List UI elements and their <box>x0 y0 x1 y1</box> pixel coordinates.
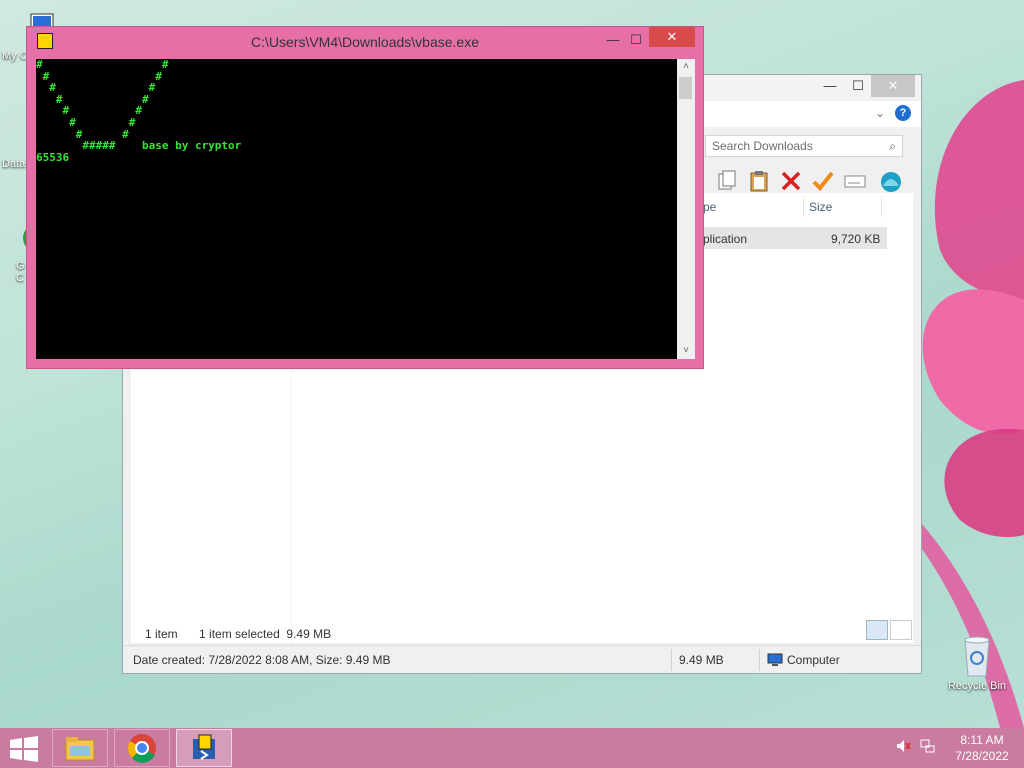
details-divider <box>671 649 672 671</box>
toolbar <box>713 167 905 195</box>
maximize-icon: ☐ <box>852 78 864 93</box>
shell-icon[interactable] <box>877 167 905 195</box>
search-icon: ⌕ <box>889 139 896 153</box>
details-divider <box>759 649 760 671</box>
details-bar: Date created: 7/28/2022 8:08 AM, Size: 9… <box>123 645 921 673</box>
maximize-button[interactable]: ☐ <box>843 75 873 97</box>
minimize-button[interactable]: — <box>815 75 845 97</box>
clock-date: 7/28/2022 <box>955 749 1009 763</box>
console-app-icon <box>193 734 215 760</box>
chrome-icon <box>128 734 156 763</box>
taskbar: 8:11 AM 7/28/2022 <box>0 728 1024 768</box>
taskbar-app-file-explorer[interactable] <box>52 729 108 767</box>
chevron-down-icon[interactable]: ⌄ <box>875 106 885 120</box>
console-close-button[interactable]: ✕ <box>649 27 695 47</box>
console-output[interactable]: # # # # # # # # # # # # # # ##### base b… <box>36 59 677 359</box>
recycle-bin-icon <box>957 632 997 678</box>
details-info: Date created: 7/28/2022 8:08 AM, Size: 9… <box>133 653 391 667</box>
scroll-thumb[interactable] <box>679 77 692 99</box>
console-text: # # # # # # # # # # # # # # ##### base b… <box>36 58 242 164</box>
console-minimize-button[interactable]: — <box>602 29 624 51</box>
search-input[interactable]: Search Downloads ⌕ <box>705 135 903 157</box>
help-icon[interactable]: ? <box>895 105 911 121</box>
checkmark-icon[interactable] <box>809 167 837 195</box>
paste-icon[interactable] <box>745 167 773 195</box>
details-size: 9.49 MB <box>679 653 724 667</box>
folder-icon <box>65 737 95 761</box>
status-line: 1 item 1 item selected 9.49 MB <box>145 627 331 641</box>
column-header-size[interactable]: Size <box>809 193 832 221</box>
console-maximize-button[interactable]: ☐ <box>625 29 647 51</box>
maximize-icon: ☐ <box>630 32 642 47</box>
search-placeholder: Search Downloads <box>712 139 813 153</box>
view-toggle <box>866 620 912 640</box>
column-divider <box>881 197 882 217</box>
recycle-bin-label: Recycle Bin <box>947 680 1007 692</box>
taskbar-clock[interactable]: 8:11 AM 7/28/2022 <box>952 732 1012 764</box>
details-view-icon[interactable] <box>866 620 888 640</box>
console-scrollbar[interactable]: ˄ ˅ <box>677 59 695 359</box>
rename-icon[interactable] <box>841 167 869 195</box>
start-button[interactable] <box>8 736 40 762</box>
item-count: 1 item <box>145 627 178 641</box>
clock-time: 8:11 AM <box>960 733 1004 747</box>
minimize-icon: — <box>823 78 837 93</box>
system-tray <box>895 738 935 754</box>
scroll-down-icon[interactable]: ˅ <box>677 343 695 359</box>
taskbar-app-chrome[interactable] <box>114 729 170 767</box>
close-icon: ✕ <box>887 78 899 93</box>
column-header-type[interactable]: pe <box>703 193 716 221</box>
delete-icon[interactable] <box>777 167 805 195</box>
column-divider <box>803 197 804 217</box>
network-icon[interactable] <box>919 738 935 754</box>
close-button[interactable]: ✕ <box>871 75 915 97</box>
close-icon: ✕ <box>666 29 678 44</box>
row-size-cell: 9,720 KB <box>831 232 881 246</box>
scroll-up-icon[interactable]: ˄ <box>677 59 695 75</box>
desktop-icon-recycle-bin[interactable]: Recycle Bin <box>940 632 1014 692</box>
speaker-muted-icon[interactable] <box>895 738 911 754</box>
minimize-icon: — <box>606 32 620 47</box>
taskbar-app-vbase-console[interactable] <box>176 729 232 767</box>
row-type-cell: plication <box>703 232 748 246</box>
details-location: Computer <box>787 653 840 667</box>
windows-icon <box>10 736 38 762</box>
console-window: C:\Users\VM4\Downloads\vbase.exe — ☐ ✕ #… <box>26 26 704 369</box>
thumbnail-view-icon[interactable] <box>890 620 912 640</box>
computer-icon <box>767 653 783 667</box>
copy-icon[interactable] <box>713 167 741 195</box>
selection-info: 1 item selected 9.49 MB <box>199 627 332 641</box>
